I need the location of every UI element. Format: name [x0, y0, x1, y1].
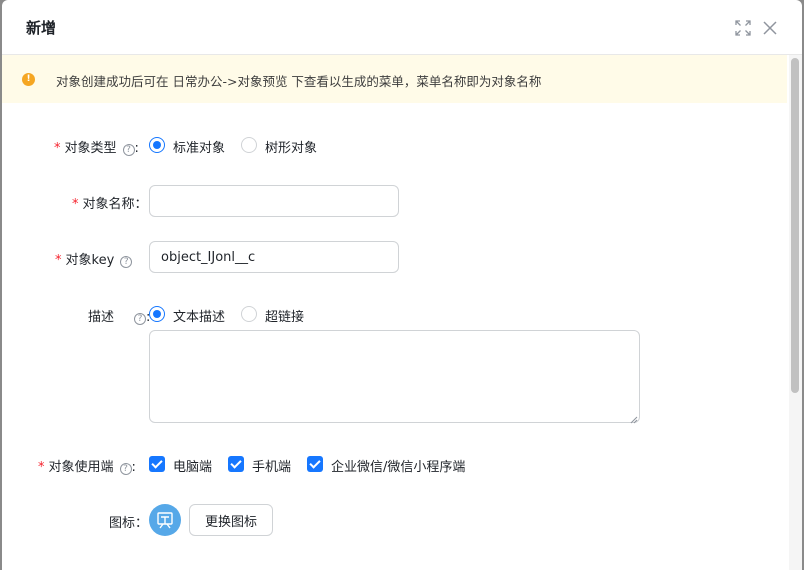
radio-text-description[interactable]: [149, 306, 165, 322]
change-icon-button[interactable]: 更换图标: [189, 504, 274, 536]
radio-tree-object-label[interactable]: 树形对象: [265, 137, 317, 156]
help-icon[interactable]: ?: [122, 144, 135, 156]
checkbox-desktop[interactable]: [149, 456, 165, 472]
object-key-label-text: 对象key: [65, 253, 115, 268]
alert-text: 对象创建成功后可在 日常办公->对象预览 下查看以生成的菜单，菜单名称即为对象名…: [56, 74, 542, 89]
object-key-input[interactable]: [149, 241, 399, 273]
label-colon: ：: [134, 197, 148, 212]
object-icon: [149, 504, 181, 536]
icon-label-text: 图标: [109, 516, 136, 531]
create-object-dialog: 新增 ! 对象创建成功后可在 日常办公->对象预览 下查看以生成的菜单，菜单名称…: [2, 0, 802, 570]
description-label-text: 描述: [88, 310, 115, 325]
object-key-label: * 对象key?: [55, 249, 133, 268]
dialog-header: 新增: [2, 0, 802, 55]
warning-icon: !: [22, 73, 35, 86]
radio-text-description-label[interactable]: 文本描述: [173, 306, 225, 325]
checkbox-desktop-label[interactable]: 电脑端: [173, 456, 212, 475]
object-name-label-text: 对象名称: [82, 197, 135, 212]
required-mark: *: [38, 460, 45, 475]
checkbox-mobile[interactable]: [228, 456, 244, 472]
object-type-label: * 对象类型?:: [54, 137, 139, 156]
clients-label: * 对象使用端?:: [38, 456, 136, 475]
checkbox-wechat[interactable]: [307, 456, 323, 472]
help-icon[interactable]: ?: [134, 313, 147, 325]
scrollbar-thumb[interactable]: [791, 58, 799, 393]
description-label: 描述?:: [88, 306, 150, 325]
object-name-label: * 对象名称：: [72, 193, 148, 212]
label-colon: ：: [135, 516, 149, 531]
close-icon[interactable]: [761, 19, 779, 37]
help-icon[interactable]: ?: [119, 463, 132, 475]
checkbox-wechat-label[interactable]: 企业微信/微信小程序端: [331, 456, 465, 475]
help-icon[interactable]: ?: [120, 256, 133, 268]
radio-tree-object[interactable]: [241, 137, 257, 153]
required-mark: *: [55, 253, 62, 268]
radio-standard-object[interactable]: [149, 137, 165, 153]
clients-label-text: 对象使用端: [48, 460, 114, 475]
dialog-title: 新增: [26, 19, 57, 37]
label-colon: :: [134, 141, 139, 156]
info-alert: ! 对象创建成功后可在 日常办公->对象预览 下查看以生成的菜单，菜单名称即为对…: [2, 55, 787, 103]
required-mark: *: [54, 141, 61, 156]
resize-grip-icon[interactable]: [630, 413, 638, 424]
description-textarea[interactable]: [149, 330, 640, 423]
checkbox-mobile-label[interactable]: 手机端: [252, 456, 291, 475]
radio-standard-object-label[interactable]: 标准对象: [173, 137, 225, 156]
radio-hyperlink-label[interactable]: 超链接: [265, 306, 304, 325]
object-type-label-text: 对象类型: [64, 141, 117, 156]
icon-label: 图标：: [109, 512, 148, 531]
object-name-input[interactable]: [149, 185, 399, 217]
radio-hyperlink[interactable]: [241, 306, 257, 322]
fullscreen-icon[interactable]: [734, 19, 752, 37]
required-mark: *: [72, 197, 79, 212]
label-colon: :: [131, 460, 136, 475]
